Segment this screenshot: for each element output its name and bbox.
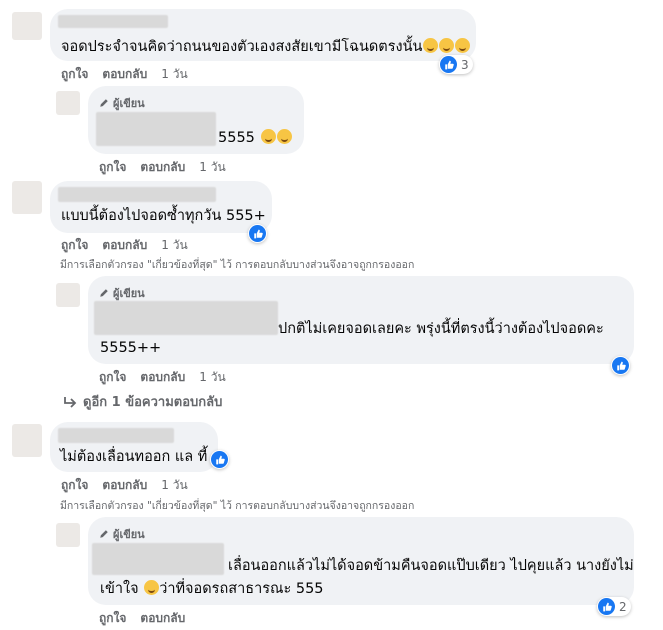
timestamp[interactable]: 1 วัน: [199, 158, 225, 177]
thumbs-up-icon: [612, 357, 629, 374]
view-more-replies-label: ดูอีก 1 ข้อความตอบกลับ: [83, 395, 223, 410]
reaction-badge[interactable]: 2: [597, 597, 631, 616]
author-label: ผู้เขียน: [113, 287, 145, 300]
author-badge: ผู้เขียน: [99, 94, 145, 112]
commenter-name[interactable]: [94, 301, 278, 335]
commenter-name[interactable]: [58, 428, 174, 443]
reply-bubble: ผู้เขียน ปกติไม่เคยจอดเลยคะ พรุ่งนี้ที่ต…: [88, 276, 634, 364]
thumbs-up-icon: [440, 56, 457, 73]
pencil-icon: [100, 289, 108, 297]
comment-text-body: 5555: [218, 130, 255, 146]
comment-text: แบบนี้ต้องไปจอดซ้ำทุกวัน 555+: [61, 208, 266, 224]
like-count: 2: [619, 599, 627, 614]
comment-bubble: ไม่ต้องเลื่อนทออก แล ที้: [50, 422, 218, 472]
emoji-icon: [439, 38, 455, 53]
timestamp[interactable]: 1 วัน: [161, 65, 187, 84]
avatar[interactable]: [56, 523, 80, 547]
commenter-name[interactable]: [58, 15, 168, 28]
comment-text-line2: เข้าใจ ว่าที่จอดรถสาธารณะ 555: [100, 578, 324, 600]
reply-arrow-icon: [64, 396, 77, 408]
like-button[interactable]: ถูกใจ: [99, 609, 126, 628]
like-button[interactable]: ถูกใจ: [61, 65, 88, 84]
like-button[interactable]: ถูกใจ: [61, 476, 88, 495]
reaction-badge[interactable]: [248, 224, 267, 243]
reply-button[interactable]: ตอบกลับ: [102, 236, 147, 255]
thumbs-up-icon: [211, 451, 228, 468]
filter-note: มีการเลือกตัวกรอง "เกี่ยวข้องที่สุด" ไว้…: [60, 500, 415, 512]
emoji-icon: [260, 129, 276, 144]
avatar[interactable]: [12, 424, 42, 457]
emoji-icon: [276, 129, 292, 144]
comment-text: จอดประจำจนคิดว่าถนนของตัวเองสงสัยเขามีโฉ…: [61, 36, 471, 58]
author-badge: ผู้เขียน: [99, 525, 145, 543]
reply-button[interactable]: ตอบกลับ: [140, 158, 185, 177]
commenter-name[interactable]: [58, 187, 216, 202]
comment-actions: ถูกใจ ตอบกลับ 1 วัน: [61, 476, 188, 495]
reaction-badge[interactable]: [210, 450, 229, 469]
author-label: ผู้เขียน: [113, 528, 145, 541]
comment-actions: ถูกใจ ตอบกลับ 1 วัน: [61, 65, 188, 84]
pencil-icon: [100, 530, 108, 538]
like-button[interactable]: ถูกใจ: [99, 368, 126, 387]
reply-button[interactable]: ตอบกลับ: [140, 368, 185, 387]
reply-bubble: ผู้เขียน เลื่อนออกแล้วไม่ได้จอดข้ามคืนจอ…: [88, 517, 634, 605]
reply-button[interactable]: ตอบกลับ: [140, 609, 185, 628]
comment-actions: ถูกใจ ตอบกลับ: [99, 609, 185, 628]
like-button[interactable]: ถูกใจ: [61, 236, 88, 255]
author-label: ผู้เขียน: [113, 97, 145, 110]
avatar[interactable]: [12, 12, 42, 40]
comment-text-part: เข้าใจ: [100, 581, 139, 597]
emoji-icon: [144, 580, 160, 595]
comment-text-line2: 5555++: [100, 340, 162, 356]
view-more-replies[interactable]: ดูอีก 1 ข้อความตอบกลับ: [63, 391, 222, 412]
reply-bubble: ผู้เขียน 5555: [88, 86, 304, 154]
timestamp[interactable]: 1 วัน: [161, 236, 187, 255]
comment-text: ไม่ต้องเลื่อนทออก แล ที้: [60, 449, 208, 465]
timestamp[interactable]: 1 วัน: [199, 368, 225, 387]
comment-actions: ถูกใจ ตอบกลับ 1 วัน: [99, 368, 226, 387]
filter-note: มีการเลือกตัวกรอง "เกี่ยวข้องที่สุด" ไว้…: [60, 259, 415, 271]
thumbs-up-icon: [598, 598, 615, 615]
reaction-badge[interactable]: [611, 356, 630, 375]
comment-text-line1: ปกติไม่เคยจอดเลยคะ พรุ่งนี้ที่ตรงนี้ว่าง…: [278, 321, 604, 337]
reply-button[interactable]: ตอบกลับ: [102, 476, 147, 495]
comment-actions: ถูกใจ ตอบกลับ 1 วัน: [61, 236, 188, 255]
commenter-name[interactable]: [96, 112, 216, 146]
emoji-icon: [423, 38, 439, 53]
comment-text-part: ว่าที่จอดรถสาธารณะ 555: [159, 581, 324, 597]
thumbs-up-icon: [249, 225, 266, 242]
reply-button[interactable]: ตอบกลับ: [102, 65, 147, 84]
comment-text-line1: เลื่อนออกแล้วไม่ได้จอดข้ามคืนจอดแป๊บเดีย…: [228, 558, 634, 574]
avatar[interactable]: [56, 91, 80, 115]
reaction-badge[interactable]: 3: [439, 55, 473, 74]
like-button[interactable]: ถูกใจ: [99, 158, 126, 177]
timestamp[interactable]: 1 วัน: [161, 476, 187, 495]
emoji-icon: [455, 38, 471, 53]
commenter-name[interactable]: [92, 543, 224, 575]
comment-actions: ถูกใจ ตอบกลับ 1 วัน: [99, 158, 226, 177]
comment-text-body: จอดประจำจนคิดว่าถนนของตัวเองสงสัยเขามีโฉ…: [61, 39, 423, 55]
like-count: 3: [461, 57, 469, 72]
comment-bubble: จอดประจำจนคิดว่าถนนของตัวเองสงสัยเขามีโฉ…: [50, 9, 476, 61]
comment-bubble: แบบนี้ต้องไปจอดซ้ำทุกวัน 555+: [50, 181, 272, 233]
pencil-icon: [100, 99, 108, 107]
avatar[interactable]: [12, 181, 42, 214]
avatar[interactable]: [56, 283, 80, 307]
author-badge: ผู้เขียน: [99, 284, 145, 302]
comment-text: 5555: [218, 127, 292, 149]
